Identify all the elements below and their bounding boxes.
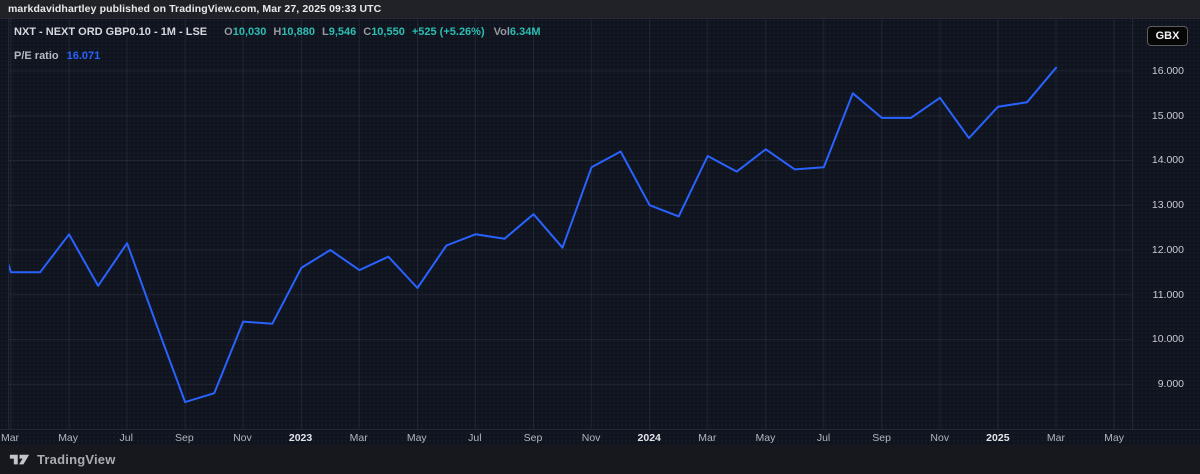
time-tick-label-year: 2025 [986,430,1009,446]
time-tick-label: Jul [468,430,481,446]
price-tick-label: 13.000 [1152,199,1184,211]
attribution-text: markdavidhartley published on TradingVie… [8,3,381,15]
time-tick-label: May [756,430,776,446]
footer-bar: TradingView [0,445,1200,474]
symbol-title: NXT - NEXT ORD GBP0.10 - 1M - LSE [14,26,207,38]
time-tick-label: Mar [1,430,19,446]
change-value: +525 (+5.26%) [412,26,485,38]
open-label: O [224,26,233,38]
ohlc-values: O10,030H10,880L9,546C10,550+525 (+5.26%)… [217,26,540,38]
open-value: 10,030 [233,26,267,38]
time-tick-label: Mar [698,430,716,446]
time-tick-label: Nov [582,430,601,446]
price-tick-label: 11.000 [1153,289,1184,301]
volume-value: 6.34M [510,26,541,38]
close-label: C [363,26,371,38]
time-tick-label: Mar [350,430,368,446]
time-tick-label: Sep [872,430,891,446]
volume-label: Vol [494,26,510,38]
time-tick-label-year: 2023 [289,430,312,446]
attribution-bar: markdavidhartley published on TradingVie… [0,0,1200,18]
plot-svg [8,19,1132,429]
price-tick-label: 15.000 [1152,110,1184,122]
price-tick-label: 12.000 [1152,244,1184,256]
indicator-legend: P/E ratio 16.071 [14,50,100,62]
high-value: 10,880 [281,26,315,38]
chart-region: NXT - NEXT ORD GBP0.10 - 1M - LSE O10,030… [0,18,1200,445]
price-tick-label: 10.000 [1152,333,1184,345]
low-label: L [322,26,329,38]
tradingview-wordmark[interactable]: TradingView [37,452,116,467]
time-tick-label: Nov [233,430,252,446]
time-axis[interactable]: Mar May Jul Sep Nov 2023 Mar May Jul Sep Nov 2024 Ma… [0,429,1200,446]
time-tick-label: Mar [1047,430,1065,446]
close-value: 10,550 [371,26,405,38]
time-tick-label: May [407,430,427,446]
pe-ratio-line[interactable] [8,68,1056,402]
indicator-value: 16.071 [67,50,101,62]
time-tick-label: Jul [817,430,830,446]
time-tick-label: Nov [930,430,949,446]
price-tick-label: 14.000 [1152,154,1184,166]
tradingview-logo-icon[interactable] [9,452,30,467]
time-tick-label: Sep [175,430,194,446]
time-tick-label: Jul [120,430,133,446]
price-scale[interactable]: 9.000 10.000 11.000 12.000 13.000 14.000 15.00… [1132,19,1200,429]
time-tick-label-year: 2024 [638,430,661,446]
price-tick-label: 9.000 [1158,378,1184,390]
low-value: 9,546 [329,26,357,38]
time-tick-label: May [1104,430,1124,446]
time-tick-label: Sep [524,430,543,446]
time-tick-label: May [58,430,78,446]
symbol-legend: NXT - NEXT ORD GBP0.10 - 1M - LSE O10,030… [14,26,541,38]
price-tick-label: 16.000 [1152,65,1184,77]
indicator-label: P/E ratio [14,50,59,62]
